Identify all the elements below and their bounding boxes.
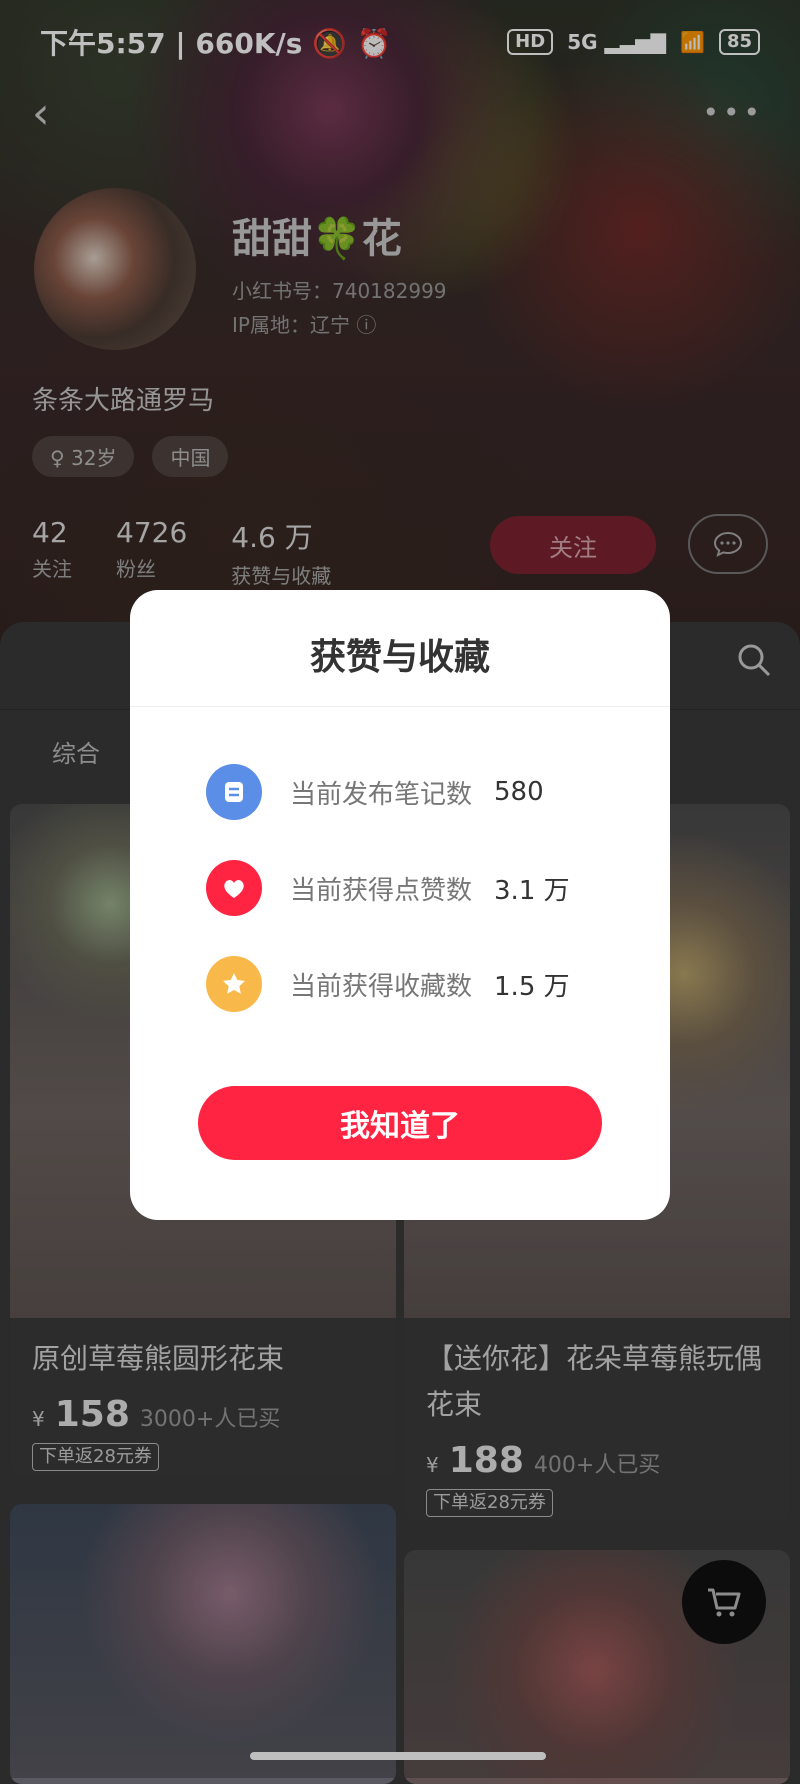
stats-modal: 获赞与收藏 当前发布笔记数 580 当前获得点赞数 3.1 万 当前获得收藏数 …	[130, 590, 670, 1220]
modal-title: 获赞与收藏	[309, 637, 490, 678]
modal-row-collections: 当前获得收藏数 1.5 万	[206, 956, 570, 1012]
modal-notes-value: 580	[494, 777, 544, 807]
modal-divider	[130, 706, 670, 707]
modal-notes-label: 当前发布笔记数	[290, 779, 473, 810]
heart-icon	[206, 860, 262, 916]
modal-collections-label: 当前获得收藏数	[290, 971, 473, 1002]
modal-collections-value: 1.5 万	[494, 971, 570, 1002]
star-icon	[206, 956, 262, 1012]
notes-icon	[206, 764, 262, 820]
got-it-button[interactable]: 我知道了	[198, 1086, 602, 1160]
modal-likes-value: 3.1 万	[494, 875, 570, 906]
modal-row-notes: 当前发布笔记数 580	[206, 764, 544, 820]
modal-likes-label: 当前获得点赞数	[290, 875, 473, 906]
modal-row-likes: 当前获得点赞数 3.1 万	[206, 860, 570, 916]
